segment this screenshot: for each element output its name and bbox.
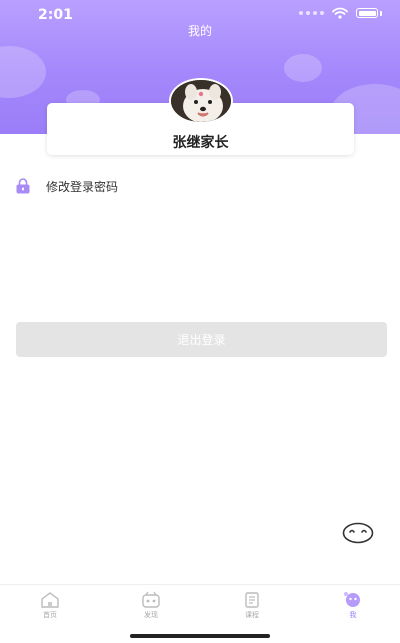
home-indicator <box>130 634 270 638</box>
status-time: 2:01 <box>38 7 73 23</box>
discover-icon <box>142 591 160 608</box>
schedule-icon <box>245 592 259 608</box>
lock-icon <box>16 178 30 194</box>
tab-me[interactable]: 我 <box>323 591 383 620</box>
home-icon <box>41 592 59 608</box>
profile-name: 张继家长 <box>172 135 229 151</box>
decor-bubble <box>0 46 46 98</box>
tab-schedule[interactable]: 课程 <box>222 591 282 620</box>
tab-discover[interactable]: 发现 <box>121 591 181 620</box>
battery-icon <box>356 8 378 18</box>
logout-button[interactable]: 退出登录 <box>16 322 387 357</box>
status-icons <box>299 7 382 19</box>
signal-icon <box>299 11 324 15</box>
tab-me-label: 我 <box>349 611 357 619</box>
tab-schedule-label: 课程 <box>245 611 259 619</box>
battery-tip <box>380 10 382 16</box>
me-icon <box>344 592 360 607</box>
change-password-item[interactable]: 修改登录密码 <box>14 175 386 197</box>
tab-discover-label: 发现 <box>144 611 158 619</box>
avatar[interactable] <box>169 78 233 124</box>
page-title: 我的 <box>187 24 212 38</box>
wifi-icon <box>332 7 348 19</box>
change-password-label: 修改登录密码 <box>46 179 119 194</box>
decor-bubble <box>284 54 322 82</box>
floating-assistant-icon[interactable] <box>342 522 374 544</box>
tab-home[interactable]: 首页 <box>20 591 80 620</box>
tab-home-label: 首页 <box>43 611 57 619</box>
